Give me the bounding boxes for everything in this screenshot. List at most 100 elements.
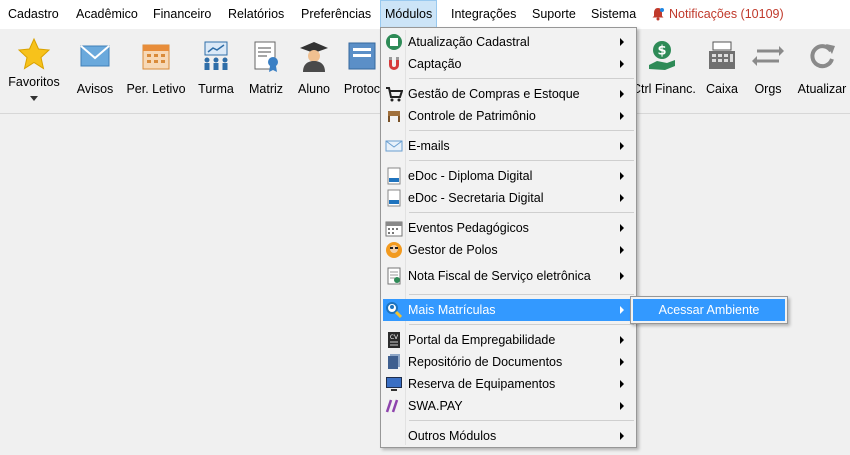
document-stack-icon bbox=[388, 354, 400, 369]
student-icon bbox=[300, 42, 328, 72]
submenu-arrow-icon bbox=[620, 90, 624, 98]
refresh-card-icon bbox=[386, 34, 402, 50]
menu-item-eventos-pedagogicos[interactable]: Eventos Pedagógicos bbox=[383, 217, 634, 239]
toolbar-label: Turma bbox=[198, 82, 234, 96]
toolbar-label: Protoc bbox=[343, 82, 381, 96]
menu-item-label: Nota Fiscal de Serviço eletrônica bbox=[408, 269, 591, 283]
submenu-arrow-icon bbox=[620, 38, 624, 46]
submenu-arrow-icon bbox=[620, 380, 624, 388]
menu-item-reserva-equipamentos[interactable]: Reserva de Equipamentos bbox=[383, 373, 634, 395]
toolbar-periodo-letivo[interactable]: Per. Letivo bbox=[124, 29, 188, 113]
menu-item-portal-empregabilidade[interactable]: CV Portal da Empregabilidade bbox=[383, 329, 634, 351]
toolbar-aluno[interactable]: Aluno bbox=[294, 29, 334, 113]
menu-item-controle-patrimonio[interactable]: Controle de Patrimônio bbox=[383, 105, 634, 127]
submenu-arrow-icon bbox=[620, 336, 624, 344]
menu-sistema[interactable]: Sistema bbox=[587, 0, 640, 29]
classroom-icon bbox=[204, 41, 228, 70]
swap-arrows-icon bbox=[752, 46, 784, 66]
swa-pay-logo-icon bbox=[385, 399, 399, 413]
menu-item-nota-fiscal[interactable]: Nota Fiscal de Serviço eletrônica bbox=[383, 265, 634, 287]
user-search-icon bbox=[386, 302, 403, 319]
certificate-icon bbox=[254, 41, 278, 72]
menu-item-label: Outros Módulos bbox=[408, 429, 497, 443]
refresh-icon bbox=[810, 44, 835, 69]
toolbar-matriz[interactable]: Matriz bbox=[244, 29, 288, 113]
toolbar-label: Caixa bbox=[706, 82, 738, 96]
toolbar-caixa[interactable]: Caixa bbox=[702, 29, 742, 113]
menu-item-emails[interactable]: E-mails bbox=[383, 135, 634, 157]
menu-item-label: E-mails bbox=[408, 139, 450, 153]
menu-item-label: Reserva de Equipamentos bbox=[408, 377, 556, 391]
submenu-arrow-icon bbox=[620, 402, 624, 410]
menu-item-repositorio-documentos[interactable]: Repositório de Documentos bbox=[383, 351, 634, 373]
menu-item-captacao[interactable]: Captação bbox=[383, 53, 634, 75]
menu-item-edoc-diploma[interactable]: eDoc - Diploma Digital bbox=[383, 165, 634, 187]
protocol-icon bbox=[348, 42, 376, 70]
toolbar-label: Matriz bbox=[248, 82, 284, 96]
calendar-icon bbox=[142, 44, 170, 70]
menu-item-edoc-secretaria[interactable]: eDoc - Secretaria Digital bbox=[383, 187, 634, 209]
menu-item-swa-pay[interactable]: SWA.PAY bbox=[383, 395, 634, 417]
toolbar-label: Orgs bbox=[754, 82, 782, 96]
menu-relatorios[interactable]: Relatórios bbox=[224, 0, 288, 29]
menu-separator bbox=[409, 294, 634, 295]
menu-bar: Cadastro Acadêmico Financeiro Relatórios… bbox=[0, 0, 850, 29]
toolbar-avisos[interactable]: Avisos bbox=[72, 29, 118, 113]
menu-modulos[interactable]: Módulos bbox=[380, 0, 438, 29]
menu-integracoes[interactable]: Integrações bbox=[447, 0, 520, 29]
menu-item-label: Mais Matrículas bbox=[408, 303, 496, 317]
menu-separator bbox=[409, 324, 634, 325]
toolbar-ctrl-financ[interactable]: $ Ctrl Financ. bbox=[632, 29, 696, 113]
monitor-icon bbox=[386, 377, 402, 391]
toolbar-label: Ctrl Financ. bbox=[632, 82, 696, 96]
invoice-icon bbox=[387, 267, 401, 285]
bell-icon bbox=[652, 8, 664, 21]
toolbar-turma[interactable]: Turma bbox=[194, 29, 238, 113]
menu-item-label: Gestão de Compras e Estoque bbox=[408, 87, 580, 101]
menu-academico[interactable]: Acadêmico bbox=[72, 0, 142, 29]
menu-item-atualizacao-cadastral[interactable]: Atualização Cadastral bbox=[383, 31, 634, 53]
menu-item-mais-matriculas[interactable]: Mais Matrículas bbox=[383, 299, 634, 321]
modules-dropdown: Atualização Cadastral Captação Gestão de… bbox=[380, 27, 637, 448]
submenu-arrow-icon bbox=[620, 142, 624, 150]
menu-preferencias[interactable]: Preferências bbox=[297, 0, 375, 29]
calendar-icon bbox=[385, 221, 403, 237]
mais-matriculas-submenu: Acessar Ambiente bbox=[630, 296, 788, 324]
favorites-label: Favoritos bbox=[8, 75, 60, 89]
menu-item-gestor-polos[interactable]: Gestor de Polos bbox=[383, 239, 634, 261]
notifications-link[interactable]: Notificações (10109) bbox=[651, 0, 784, 29]
submenu-arrow-icon bbox=[620, 432, 624, 440]
menu-separator bbox=[409, 130, 634, 131]
toolbar-protocolo[interactable]: Protoc bbox=[342, 29, 382, 113]
menu-separator bbox=[409, 212, 634, 213]
envelope-icon bbox=[80, 45, 110, 67]
toolbar-orgs[interactable]: Orgs bbox=[748, 29, 788, 113]
money-hand-icon: $ bbox=[649, 41, 675, 70]
menu-separator bbox=[409, 160, 634, 161]
menu-cadastro[interactable]: Cadastro bbox=[4, 0, 63, 29]
furniture-icon bbox=[388, 111, 400, 122]
shopping-cart-icon bbox=[386, 87, 403, 102]
notifications-label: Notificações (10109) bbox=[669, 7, 784, 21]
toolbar-label: Aluno bbox=[298, 82, 330, 96]
menu-suporte[interactable]: Suporte bbox=[528, 0, 580, 29]
submenu-arrow-icon bbox=[620, 358, 624, 366]
menu-financeiro[interactable]: Financeiro bbox=[149, 0, 215, 29]
menu-item-label: Gestor de Polos bbox=[408, 243, 498, 257]
submenu-arrow-icon bbox=[620, 194, 624, 202]
menu-item-outros-modulos[interactable]: Outros Módulos bbox=[383, 425, 634, 447]
toolbar-label: Per. Letivo bbox=[126, 82, 186, 96]
menu-item-label: Controle de Patrimônio bbox=[408, 109, 536, 123]
chevron-down-icon[interactable] bbox=[30, 96, 38, 101]
submenu-arrow-icon bbox=[620, 60, 624, 68]
submenu-item-acessar-ambiente[interactable]: Acessar Ambiente bbox=[633, 299, 785, 321]
menu-item-label: Captação bbox=[408, 57, 462, 71]
menu-item-label: eDoc - Secretaria Digital bbox=[408, 191, 544, 205]
favorites-button[interactable]: Favoritos bbox=[0, 29, 68, 113]
submenu-arrow-icon bbox=[620, 306, 624, 314]
toolbar-atualizar[interactable]: Atualizar bbox=[796, 29, 848, 113]
toolbar-label: Avisos bbox=[76, 82, 114, 96]
document-icon bbox=[387, 189, 401, 207]
menu-item-label: Atualização Cadastral bbox=[408, 35, 530, 49]
menu-item-gestao-compras[interactable]: Gestão de Compras e Estoque bbox=[383, 83, 634, 105]
